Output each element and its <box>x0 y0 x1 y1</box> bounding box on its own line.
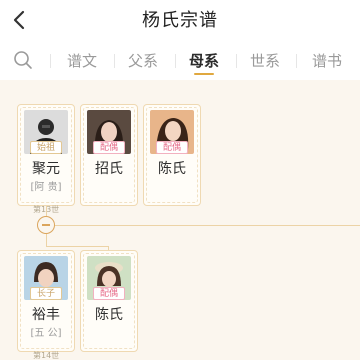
tab-shixi[interactable]: 世系 <box>240 50 290 71</box>
page-title: 杨氏宗谱 <box>142 10 218 31</box>
tab-divider <box>236 54 237 68</box>
generation-label: 第14世 <box>33 351 60 360</box>
role-badge: 配偶 <box>156 141 188 154</box>
tab-fuxi[interactable]: 父系 <box>118 50 168 71</box>
active-tab-indicator <box>194 73 214 75</box>
member-name: 陈氏 <box>95 307 123 323</box>
member-name: 陈氏 <box>158 161 186 177</box>
tab-puwen[interactable]: 谱文 <box>57 50 107 71</box>
tree-connector <box>46 246 108 247</box>
tree-connector <box>55 225 360 226</box>
member-alias: [五 公] <box>30 328 62 339</box>
tree-connector <box>46 206 47 216</box>
family-tree[interactable]: 始祖 聚元 [阿 贵] 配偶 招氏 配偶 陈氏 第13世 <box>0 80 360 360</box>
role-badge: 配偶 <box>93 141 125 154</box>
tab-divider <box>114 54 115 68</box>
role-badge: 始祖 <box>30 141 62 154</box>
member-name: 招氏 <box>95 161 123 177</box>
member-name: 聚元 <box>32 161 60 177</box>
tab-divider <box>50 54 51 68</box>
tab-divider <box>296 54 297 68</box>
search-icon[interactable] <box>12 49 34 71</box>
tab-muxi[interactable]: 母系 <box>179 50 229 71</box>
member-card-chenshi-2[interactable]: 配偶 陈氏 <box>80 250 138 352</box>
tab-bar: 谱文 父系 母系 世系 谱书 <box>0 40 360 80</box>
member-card-yufeng[interactable]: 长子 裕丰 [五 公] <box>17 250 75 352</box>
tab-divider <box>175 54 176 68</box>
member-card-juyuan[interactable]: 始祖 聚元 [阿 贵] <box>17 104 75 206</box>
member-name: 裕丰 <box>32 307 60 323</box>
app-header: 杨氏宗谱 <box>0 0 360 40</box>
role-badge: 配偶 <box>93 287 125 300</box>
member-card-chenshi[interactable]: 配偶 陈氏 <box>143 104 201 206</box>
member-alias: [阿 贵] <box>30 182 62 193</box>
role-badge: 长子 <box>30 287 62 300</box>
tree-connector <box>46 234 47 246</box>
member-card-zhaoshi[interactable]: 配偶 招氏 <box>80 104 138 206</box>
collapse-icon[interactable] <box>37 216 55 234</box>
tab-pushu[interactable]: 谱书 <box>302 50 352 71</box>
